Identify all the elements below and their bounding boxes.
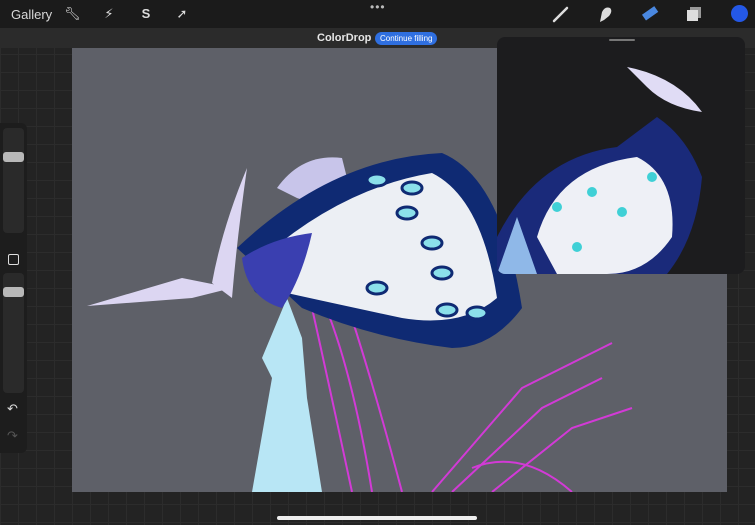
more-menu-button[interactable]: •••	[370, 0, 386, 14]
smudge-icon[interactable]	[596, 4, 614, 24]
layers-icon[interactable]	[685, 5, 703, 23]
magic-wand-icon[interactable]: ⚡︎	[101, 6, 117, 22]
left-sidebar: ↶ ↷	[0, 123, 27, 453]
transform-arrow-icon[interactable]: ➚	[174, 6, 190, 22]
brush-size-thumb[interactable]	[3, 152, 24, 162]
wrench-icon[interactable]: 🔧︎	[64, 6, 81, 22]
reference-image	[497, 67, 702, 274]
brush-icon[interactable]	[552, 5, 570, 23]
continue-filling-button[interactable]: Continue filling	[375, 32, 438, 45]
brush-size-slider[interactable]	[3, 128, 24, 233]
color-picker-button[interactable]	[731, 5, 748, 22]
light-blue-tail	[252, 298, 322, 492]
top-toolbar: Gallery 🔧︎ ⚡︎ S ➚ •••	[0, 0, 755, 28]
modify-button[interactable]	[8, 254, 19, 265]
reference-drag-handle[interactable]	[609, 39, 635, 41]
undo-button[interactable]: ↶	[7, 401, 18, 417]
selection-icon[interactable]: S	[138, 6, 154, 22]
colordrop-label: ColorDrop	[317, 32, 372, 44]
redo-button[interactable]: ↷	[7, 428, 18, 444]
gallery-button[interactable]: Gallery	[11, 7, 52, 22]
tail-feather	[87, 278, 232, 306]
opacity-thumb[interactable]	[3, 287, 24, 297]
eraser-icon[interactable]	[640, 5, 660, 23]
reference-window[interactable]	[497, 37, 745, 274]
home-indicator[interactable]	[277, 516, 477, 520]
